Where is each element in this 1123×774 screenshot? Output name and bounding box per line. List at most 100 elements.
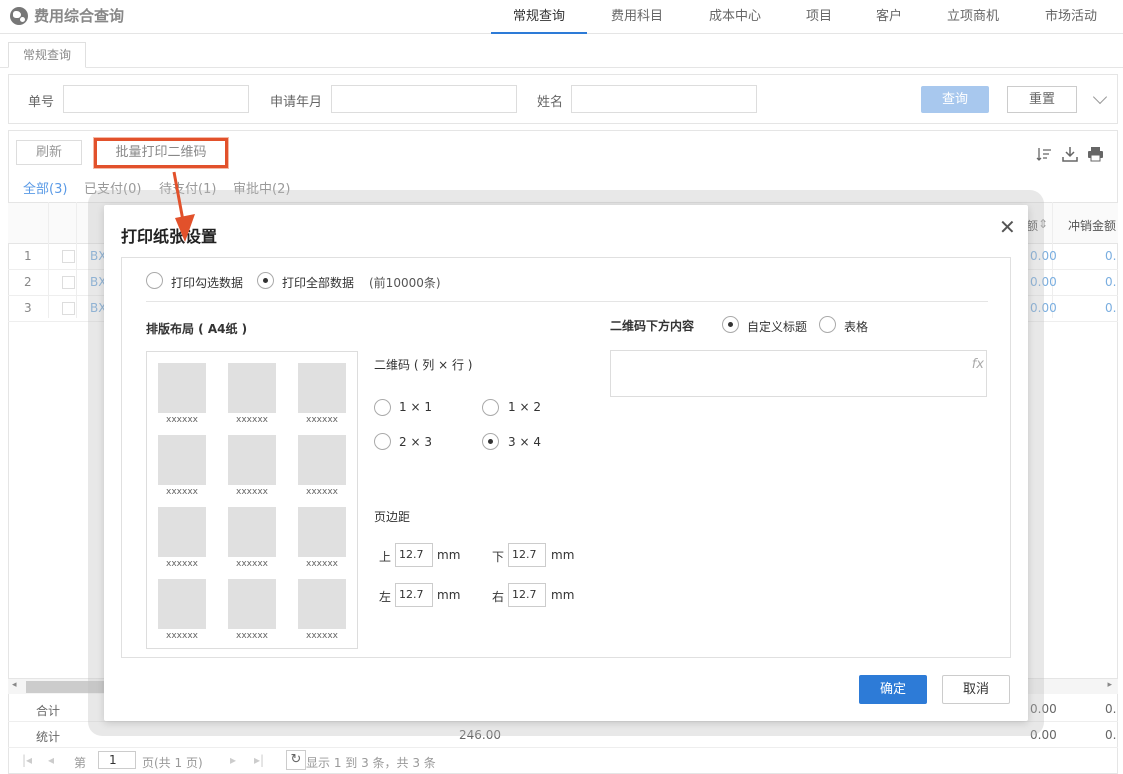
prev-page-icon[interactable]: ◂ [48,753,54,767]
margin-right-unit: mm [551,588,575,602]
qr-placeholder [158,507,206,557]
total-writeoff: 0. [1105,702,1117,716]
nav-tab-cost-center[interactable]: 成本中心 [695,5,775,34]
nav-tab-customer[interactable]: 客户 [865,5,913,34]
nav-tab-marketing[interactable]: 市场活动 [1033,5,1109,34]
print-settings-dialog: 打印纸张设置 ✕ 打印勾选数据 打印全部数据 (前10000条) 排版布局 ( … [104,205,1028,721]
grid-1x2-radio[interactable] [482,399,499,416]
row-number: 1 [24,249,32,263]
page-number-input[interactable]: 1 [98,751,136,769]
qr-caption: xxxxxx [306,415,338,425]
print-selected-label: 打印勾选数据 [171,276,244,290]
refresh-button[interactable]: 刷新 [16,140,82,165]
dialog-body: 打印勾选数据 打印全部数据 (前10000条) 排版布局 ( A4纸 ) xxx… [121,257,1011,658]
stats-writeoff: 0. [1105,728,1117,742]
nav-tab-expense-subject[interactable]: 费用科目 [597,5,677,34]
qr-placeholder [158,435,206,485]
print-all-label: 打印全部数据 [282,276,355,290]
custom-title-input[interactable]: fx [610,350,987,397]
download-icon[interactable] [1062,146,1078,162]
qr-placeholder [228,363,276,413]
row-number: 3 [24,301,32,315]
scroll-right-icon[interactable]: ▸ [1107,680,1112,690]
chevron-down-icon[interactable] [1092,89,1108,105]
apply-month-label: 申请年月 [270,95,323,110]
confirm-button[interactable]: 确定 [859,675,927,704]
page-suffix: 页(共 1 页) [142,756,203,770]
app-title: 费用综合查询 [10,5,124,26]
query-button[interactable]: 查询 [921,86,989,113]
print-all-radio[interactable] [257,272,274,289]
last-page-icon[interactable]: ▸| [254,753,264,767]
custom-title-radio[interactable] [722,316,739,333]
reset-button[interactable]: 重置 [1007,86,1077,113]
page-prefix: 第 [74,756,87,770]
margin-top-input[interactable]: 12.7 [395,543,433,567]
custom-title-label: 自定义标题 [747,320,808,334]
top-nav: 费用综合查询 常规查询 费用科目 成本中心 项目 客户 立项商机 市场活动 [0,0,1123,34]
pager: |◂ ◂ 第 1 页(共 1 页) ▸ ▸| ↻ 显示 1 到 3 条，共 3 … [8,748,1118,774]
order-number-input[interactable] [63,85,249,113]
grid-3x4-radio[interactable] [482,433,499,450]
margin-left-input[interactable]: 12.7 [395,583,433,607]
name-input[interactable] [571,85,757,113]
row-checkbox[interactable] [62,250,75,263]
margin-right-input[interactable]: 12.7 [508,583,546,607]
margin-top-unit: mm [437,548,461,562]
header-writeoff-amount[interactable]: 冲销金额 [1068,217,1116,234]
row-writeoff: 0. [1105,249,1117,263]
subtab-regular-query[interactable]: 常规查询 [8,42,86,68]
grid-1x1-label: 1 × 1 [399,400,432,414]
grid-2x3-radio[interactable] [374,433,391,450]
margin-left-unit: mm [437,588,461,602]
a4-paper-preview: xxxxxx xxxxxx xxxxxx xxxxxx xxxxxx xxxxxx xxxx… [146,351,358,649]
next-page-icon[interactable]: ▸ [230,753,236,767]
print-selected-radio[interactable] [146,272,163,289]
qr-caption: xxxxxx [166,559,198,569]
apply-month-input[interactable] [331,85,517,113]
qr-caption: xxxxxx [306,559,338,569]
sort-icon[interactable] [1036,146,1052,162]
qr-caption: xxxxxx [236,559,268,569]
row-checkbox[interactable] [62,302,75,315]
table-radio[interactable] [819,316,836,333]
qr-placeholder [228,579,276,629]
qr-caption: xxxxxx [236,631,268,641]
grid-1x1-radio[interactable] [374,399,391,416]
search-panel: 单号 申请年月 姓名 查询 重置 [8,74,1118,124]
print-icon[interactable] [1087,146,1103,162]
app-title-text: 费用综合查询 [34,7,125,25]
fx-icon[interactable]: fx [972,357,984,372]
refresh-icon[interactable]: ↻ [286,750,306,770]
qr-caption: xxxxxx [236,415,268,425]
nav-tab-regular-query[interactable]: 常规查询 [491,5,587,34]
total-label: 合计 [36,704,61,718]
close-icon[interactable]: ✕ [999,215,1016,239]
qr-placeholder [298,435,346,485]
name-label: 姓名 [537,95,564,110]
qr-caption: xxxxxx [166,487,198,497]
grid-2x3-label: 2 × 3 [399,435,432,449]
layout-heading: 排版布局 ( A4纸 ) [146,322,248,336]
nav-tab-opportunity[interactable]: 立项商机 [936,5,1010,34]
print-all-note: (前10000条) [369,276,441,290]
row-checkbox[interactable] [62,276,75,289]
row-number: 2 [24,275,32,289]
margin-bottom-input[interactable]: 12.7 [508,543,546,567]
qr-placeholder [228,507,276,557]
qr-placeholder [158,363,206,413]
status-tab-all[interactable]: 全部(3) [23,178,67,197]
first-page-icon[interactable]: |◂ [22,753,32,767]
qr-placeholder [228,435,276,485]
batch-print-qr-button[interactable]: 批量打印二维码 [94,138,228,168]
cancel-button[interactable]: 取消 [942,675,1010,704]
qr-caption: xxxxxx [166,415,198,425]
below-qr-heading: 二维码下方内容 [610,319,695,333]
qr-caption: xxxxxx [166,631,198,641]
qr-grid-heading: 二维码 ( 列 × 行 ) [374,358,473,372]
nav-tab-project[interactable]: 项目 [795,5,843,34]
qr-placeholder [298,363,346,413]
divider [146,301,988,302]
scroll-left-icon[interactable]: ◂ [12,680,17,690]
dialog-title: 打印纸张设置 [121,227,218,246]
